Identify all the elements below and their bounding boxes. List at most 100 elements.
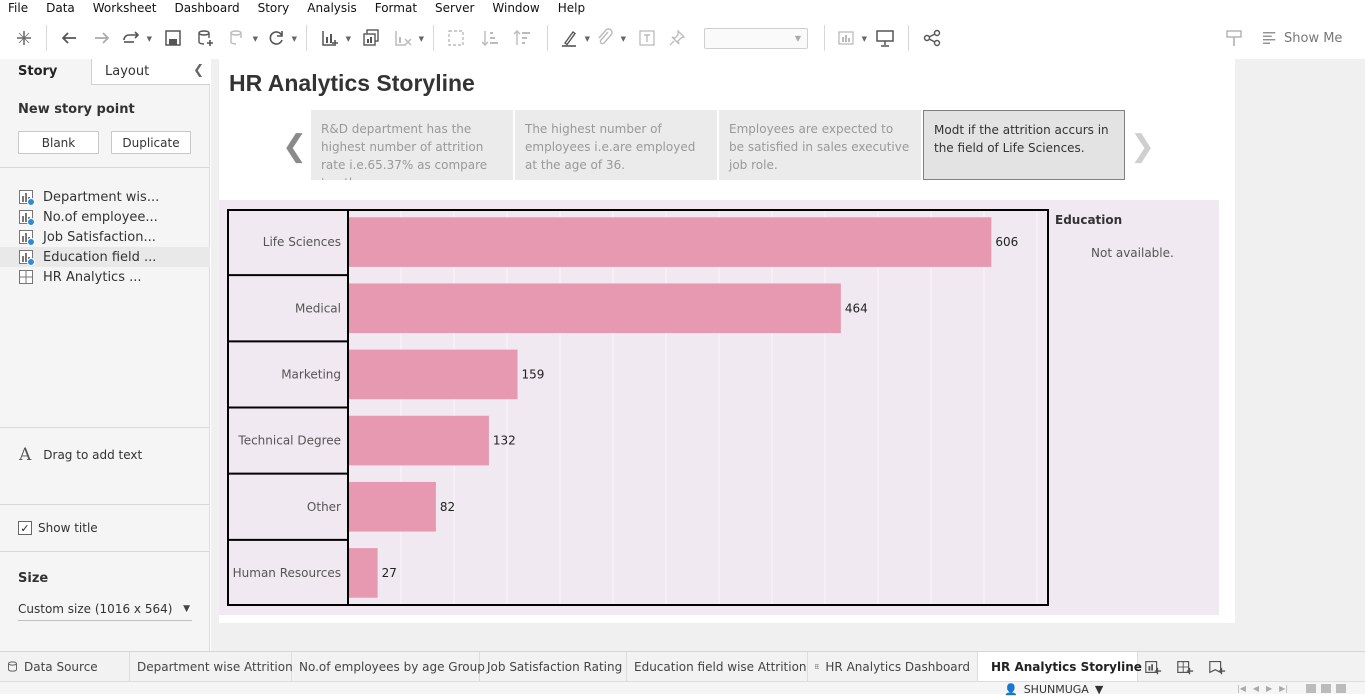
group-icon[interactable] xyxy=(445,27,467,49)
tab-label: Education field wise Attrition xyxy=(634,659,807,674)
menu-worksheet[interactable]: Worksheet xyxy=(84,0,166,17)
sheet-list: Department wis... No.of employee... Job … xyxy=(0,187,210,287)
menu-help[interactable]: Help xyxy=(549,0,594,17)
tab-label: HR Analytics Dashboard xyxy=(825,659,970,674)
presentation-icon[interactable] xyxy=(874,27,896,49)
sheet-item-job-satisfaction[interactable]: Job Satisfaction... xyxy=(0,227,210,247)
refresh-icon[interactable]: ▼ xyxy=(265,27,297,49)
menu-server[interactable]: Server xyxy=(426,0,483,17)
story-point-3[interactable]: Employees are expected to be satisfied i… xyxy=(719,110,921,180)
user-icon: 👤 xyxy=(1004,683,1018,696)
menu-window[interactable]: Window xyxy=(483,0,548,17)
new-datasource-icon[interactable] xyxy=(194,27,216,49)
previous-story-point-icon[interactable]: ❮ xyxy=(282,129,307,164)
new-worksheet-tab-icon[interactable] xyxy=(1143,657,1163,677)
undo-icon[interactable] xyxy=(59,27,81,49)
sheet-tabs: Data Source Department wise Attrition No… xyxy=(0,651,1365,682)
check-badge-icon xyxy=(27,258,35,266)
label-icon[interactable] xyxy=(636,27,658,49)
story-point-4[interactable]: Modt if the attrition accurs in the fiel… xyxy=(923,110,1125,180)
tab-department-wise-attrition[interactable]: Department wise Attrition xyxy=(130,652,293,681)
tab-label: HR Analytics Storyline xyxy=(991,660,1142,674)
sort-descending-icon[interactable] xyxy=(511,27,533,49)
tab-layout[interactable]: Layout ❮ xyxy=(92,59,210,85)
view-tabs-icon[interactable] xyxy=(1306,684,1316,693)
story-point-2[interactable]: The highest number of employees i.e.are … xyxy=(515,110,717,180)
menu-data[interactable]: Data xyxy=(37,0,84,17)
highlight-icon[interactable]: ▼ xyxy=(558,27,590,49)
status-bar: 👤 SHUNMUGA ▼ |◀ ◀ ▶ ▶| xyxy=(0,681,1365,696)
dashboard-icon xyxy=(19,270,33,284)
pause-icon[interactable]: ▼ xyxy=(226,27,258,49)
view-filmstrip-icon[interactable] xyxy=(1321,684,1331,693)
viz-container: Life Sciences 606 Medical 464 Marketing 159 Te… xyxy=(219,200,1219,615)
tab-education-field[interactable]: Education field wise Attrition xyxy=(627,652,808,681)
tab-layout-label: Layout xyxy=(105,64,150,79)
sort-ascending-icon[interactable] xyxy=(479,27,501,49)
tab-label: No.of employees by age Group xyxy=(299,659,485,674)
sheet-item-label: HR Analytics ... xyxy=(43,269,142,285)
fit-dropdown[interactable]: ▼ xyxy=(704,28,808,49)
save-icon[interactable] xyxy=(162,27,184,49)
size-value: Custom size (1016 x 564) xyxy=(18,602,173,616)
menu-analysis[interactable]: Analysis xyxy=(298,0,365,17)
tab-hr-dashboard[interactable]: HR Analytics Dashboard xyxy=(808,652,978,681)
blank-button[interactable]: Blank xyxy=(18,131,99,154)
menu-dashboard[interactable]: Dashboard xyxy=(165,0,248,17)
last-sheet-icon[interactable]: ▶| xyxy=(1279,684,1288,693)
prev-sheet-icon[interactable]: ◀ xyxy=(1253,684,1259,693)
collapse-pane-icon[interactable]: ❮ xyxy=(193,63,204,78)
size-select[interactable]: Custom size (1016 x 564) ▼ xyxy=(18,600,192,621)
new-worksheet-icon[interactable]: ▼ xyxy=(319,27,351,49)
size-title: Size xyxy=(18,571,49,586)
new-dashboard-tab-icon[interactable] xyxy=(1175,657,1195,677)
swap-icon[interactable]: ▼ xyxy=(120,27,152,49)
menu-format[interactable]: Format xyxy=(366,0,426,17)
share-icon[interactable] xyxy=(921,27,943,49)
tab-employees-by-age[interactable]: No.of employees by age Group xyxy=(292,652,485,681)
duplicate-button[interactable]: Duplicate xyxy=(111,131,191,154)
sheet-item-employees[interactable]: No.of employee... xyxy=(0,207,210,227)
sheet-item-label: Education field ... xyxy=(43,249,157,265)
sheet-navigation: |◀ ◀ ▶ ▶| xyxy=(1237,684,1288,693)
tab-data-source[interactable]: Data Source xyxy=(0,652,130,681)
tab-story[interactable]: Story xyxy=(0,59,92,85)
sheet-item-department[interactable]: Department wis... xyxy=(0,187,210,207)
tab-label: Job Satisfaction Rating xyxy=(487,659,623,674)
tableau-logo-icon[interactable] xyxy=(13,27,35,49)
menu-story[interactable]: Story xyxy=(249,0,299,17)
text-object-icon: A xyxy=(19,445,32,465)
pin-icon[interactable] xyxy=(666,27,688,49)
duplicate-sheet-icon[interactable] xyxy=(360,27,382,49)
show-title-checkbox[interactable]: ✓ Show title xyxy=(18,521,98,535)
toolbar: ▼ ▼ ▼ ▼ ▼ ▼ ▼ ▼ ▼ Show Me xyxy=(0,17,1365,59)
checkbox-checked-icon: ✓ xyxy=(18,521,32,535)
story-area: HR Analytics Storyline ❮ R&D department … xyxy=(211,59,1365,651)
tab-job-satisfaction[interactable]: Job Satisfaction Rating xyxy=(480,652,627,681)
worksheet-icon xyxy=(19,230,35,246)
redo-icon[interactable] xyxy=(90,27,112,49)
menu-file[interactable]: File xyxy=(0,0,37,17)
next-story-point-icon[interactable]: ❯ xyxy=(1130,129,1155,164)
drag-to-add-text[interactable]: A Drag to add text xyxy=(19,445,142,465)
next-sheet-icon[interactable]: ▶ xyxy=(1266,684,1272,693)
fit-icon[interactable]: ▼ xyxy=(835,27,867,49)
show-me-button[interactable]: Show Me xyxy=(1262,27,1342,49)
sheet-item-hr-dashboard[interactable]: HR Analytics ... xyxy=(0,267,210,287)
user-menu[interactable]: 👤 SHUNMUGA ▼ xyxy=(1004,683,1103,696)
first-sheet-icon[interactable]: |◀ xyxy=(1237,684,1246,693)
sheet-item-education[interactable]: Education field ... xyxy=(0,247,210,267)
tab-hr-storyline[interactable]: HR Analytics Storyline xyxy=(978,652,1142,682)
annotate-icon[interactable]: ▼ xyxy=(594,27,626,49)
clear-sheet-icon[interactable]: ▼ xyxy=(392,27,424,49)
view-mode-switcher xyxy=(1306,684,1346,693)
new-story-tab-icon[interactable] xyxy=(1207,657,1227,677)
pen-icon[interactable] xyxy=(1223,27,1245,49)
chevron-down-icon: ▼ xyxy=(183,604,190,614)
view-sorter-icon[interactable] xyxy=(1336,684,1346,693)
check-badge-icon xyxy=(27,238,35,246)
tab-label: Data Source xyxy=(24,659,98,674)
sheet-item-label: Job Satisfaction... xyxy=(43,229,156,245)
story-point-1[interactable]: R&D department has the highest number of… xyxy=(311,110,513,180)
story-pane: Story Layout ❮ New story point Blank Dupl… xyxy=(0,59,210,651)
